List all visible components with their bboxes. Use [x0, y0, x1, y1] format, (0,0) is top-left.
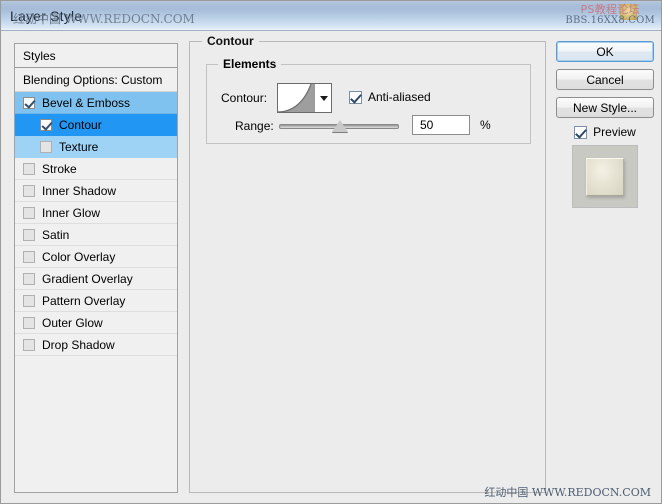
- contour-picker[interactable]: [277, 83, 332, 113]
- new-style-button[interactable]: New Style...: [556, 97, 654, 118]
- watermark-top-left: 红动中国 WWW.REDOCN.COM: [13, 12, 195, 26]
- range-row: Range: 50 %: [207, 115, 530, 137]
- style-row-contour[interactable]: Contour: [15, 114, 177, 136]
- style-checkbox[interactable]: [23, 162, 35, 175]
- preview-thumbnail-shape: [586, 158, 624, 196]
- elements-group-title: Elements: [218, 57, 282, 71]
- range-percent-label: %: [480, 118, 491, 132]
- preview-checkbox-box[interactable]: [574, 125, 588, 139]
- style-row-label: Pattern Overlay: [42, 293, 126, 308]
- style-row-label: Outer Glow: [42, 315, 103, 330]
- anti-aliased-checkbox-box[interactable]: [349, 90, 362, 104]
- style-checkbox[interactable]: [23, 272, 35, 285]
- style-checkbox[interactable]: [23, 294, 35, 307]
- watermark-bottom: 红动中国 WWW.REDOCN.COM: [484, 486, 651, 499]
- style-row-bevel-emboss[interactable]: Bevel & Emboss: [15, 92, 177, 114]
- style-row-label: Drop Shadow: [42, 337, 115, 352]
- style-row-label: Stroke: [42, 161, 77, 176]
- styles-list: Bevel & Emboss Contour Texture Stroke Inner …: [15, 92, 177, 356]
- layer-style-dialog: Layer Style 红动中国 WWW.REDOCN.COM PS教程论坛 B…: [0, 0, 662, 504]
- title-bar: Layer Style 红动中国 WWW.REDOCN.COM PS教程论坛 B…: [1, 1, 661, 31]
- elements-group: Elements Contour: Anti-aliased Range: 50…: [206, 57, 531, 144]
- contour-curve-icon[interactable]: [278, 84, 314, 112]
- style-row-label: Inner Glow: [42, 205, 101, 220]
- style-checkbox[interactable]: [23, 96, 35, 109]
- anti-aliased-checkbox[interactable]: Anti-aliased: [349, 90, 431, 104]
- styles-panel: Styles Blending Options: Custom Bevel & …: [14, 43, 178, 493]
- watermark-top-right-line2: BBS.16XX8.COM: [565, 15, 655, 26]
- style-row-inner-shadow[interactable]: Inner Shadow: [15, 180, 177, 202]
- style-checkbox[interactable]: [40, 140, 52, 153]
- ok-button[interactable]: OK: [556, 41, 654, 62]
- contour-label: Contour:: [221, 91, 268, 105]
- anti-aliased-label: Anti-aliased: [368, 90, 431, 104]
- watermark-top-right: PS教程论坛 BBS.16XX8.COM: [565, 4, 655, 26]
- range-slider-thumb[interactable]: [332, 120, 348, 132]
- blending-options-row[interactable]: Blending Options: Custom: [15, 68, 177, 92]
- style-row-label: Texture: [59, 139, 99, 154]
- style-row-texture[interactable]: Texture: [15, 136, 177, 158]
- style-row-stroke[interactable]: Stroke: [15, 158, 177, 180]
- style-checkbox[interactable]: [23, 338, 35, 351]
- styles-panel-header: Styles: [15, 44, 177, 68]
- preview-checkbox[interactable]: Preview: [556, 125, 654, 139]
- range-slider[interactable]: [279, 120, 399, 132]
- style-row-label: Satin: [42, 227, 70, 242]
- style-row-label: Inner Shadow: [42, 183, 117, 198]
- contour-group-title: Contour: [202, 34, 259, 48]
- watermark-top-right-line1: PS教程论坛: [580, 3, 640, 16]
- style-checkbox[interactable]: [23, 184, 35, 197]
- range-input[interactable]: 50: [412, 115, 470, 135]
- style-row-label: Bevel & Emboss: [42, 95, 131, 110]
- style-checkbox[interactable]: [23, 228, 35, 241]
- style-checkbox[interactable]: [40, 118, 52, 131]
- buttons-column: OK Cancel New Style... Preview: [556, 41, 654, 208]
- style-row-inner-glow[interactable]: Inner Glow: [15, 202, 177, 224]
- chevron-down-icon[interactable]: [314, 84, 331, 112]
- style-row-pattern-overlay[interactable]: Pattern Overlay: [15, 290, 177, 312]
- style-row-satin[interactable]: Satin: [15, 224, 177, 246]
- contour-group: Contour Elements Contour: Anti-aliased R…: [189, 34, 546, 493]
- preview-label: Preview: [593, 125, 636, 139]
- style-row-gradient-overlay[interactable]: Gradient Overlay: [15, 268, 177, 290]
- style-row-color-overlay[interactable]: Color Overlay: [15, 246, 177, 268]
- range-label: Range:: [235, 119, 274, 133]
- style-row-label: Gradient Overlay: [42, 271, 133, 286]
- style-checkbox[interactable]: [23, 206, 35, 219]
- cancel-button[interactable]: Cancel: [556, 69, 654, 90]
- style-row-label: Contour: [59, 117, 102, 132]
- preview-thumbnail: [572, 145, 638, 208]
- style-row-outer-glow[interactable]: Outer Glow: [15, 312, 177, 334]
- style-row-label: Color Overlay: [42, 249, 116, 264]
- contour-row: Contour: Anti-aliased: [207, 83, 530, 113]
- style-checkbox[interactable]: [23, 250, 35, 263]
- style-checkbox[interactable]: [23, 316, 35, 329]
- style-row-drop-shadow[interactable]: Drop Shadow: [15, 334, 177, 356]
